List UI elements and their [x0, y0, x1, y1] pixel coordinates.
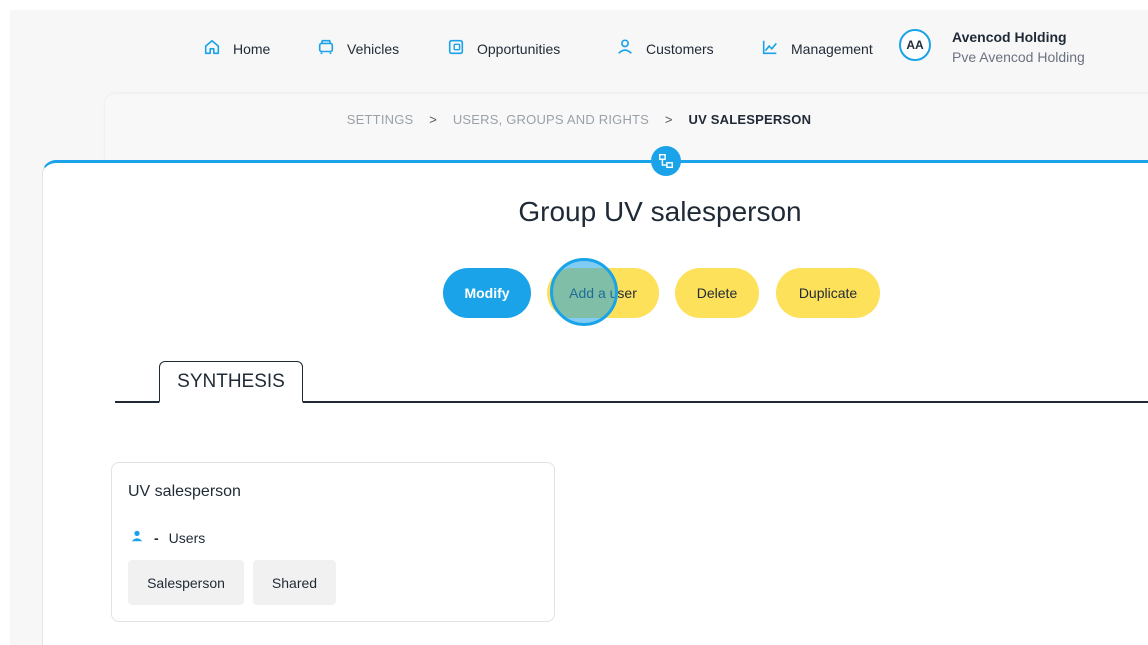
top-nav: Home Vehicles Opportunities Customers Ma…	[10, 10, 1148, 90]
nav-opportunities-label: Opportunities	[477, 40, 561, 57]
click-indicator	[550, 258, 618, 326]
users-count: -	[154, 529, 159, 546]
chart-icon	[761, 38, 779, 59]
account-switcher[interactable]: Avencod Holding Pve Avencod Holding	[952, 27, 1085, 67]
users-label: Users	[168, 529, 206, 546]
breadcrumb-separator-icon: >	[429, 112, 438, 127]
avatar[interactable]: AA	[899, 29, 931, 61]
breadcrumb: SETTINGS > USERS, GROUPS AND RIGHTS > UV…	[10, 112, 1148, 127]
wallet-icon	[447, 38, 465, 59]
app-frame: Home Vehicles Opportunities Customers Ma…	[10, 10, 1148, 645]
account-name: Avencod Holding	[952, 29, 1067, 45]
nav-customers[interactable]: Customers	[616, 38, 714, 59]
nav-customers-label: Customers	[646, 40, 714, 57]
breadcrumb-current: UV SALESPERSON	[688, 112, 812, 127]
breadcrumb-panel	[105, 94, 1148, 170]
breadcrumb-users-groups-rights[interactable]: USERS, GROUPS AND RIGHTS	[453, 112, 649, 127]
tag-salesperson: Salesperson	[128, 560, 244, 605]
home-icon	[203, 38, 221, 59]
user-icon	[130, 529, 144, 546]
vehicle-icon	[317, 38, 335, 59]
group-structure-icon	[651, 146, 681, 176]
page-title: Group UV salesperson	[518, 196, 802, 227]
account-sub: Pve Avencod Holding	[952, 49, 1085, 65]
group-card-title: UV salesperson	[128, 483, 241, 500]
delete-button[interactable]: Delete	[675, 268, 759, 318]
nav-vehicles[interactable]: Vehicles	[317, 38, 399, 59]
breadcrumb-settings[interactable]: SETTINGS	[347, 112, 414, 127]
nav-management[interactable]: Management	[761, 38, 873, 59]
breadcrumb-separator-icon: >	[664, 112, 673, 127]
duplicate-button[interactable]: Duplicate	[776, 268, 880, 318]
group-card[interactable]: UV salesperson - Users Salesperson Share…	[111, 462, 555, 622]
nav-management-label: Management	[791, 40, 873, 57]
tab-synthesis[interactable]: SYNTHESIS	[159, 361, 303, 403]
user-icon	[616, 38, 634, 59]
tag-shared: Shared	[253, 560, 336, 605]
nav-vehicles-label: Vehicles	[347, 40, 400, 57]
group-card-users: - Users	[130, 529, 205, 546]
nav-home-label: Home	[233, 40, 271, 57]
modify-button[interactable]: Modify	[443, 268, 531, 318]
nav-home[interactable]: Home	[203, 38, 270, 59]
nav-opportunities[interactable]: Opportunities	[447, 38, 560, 59]
